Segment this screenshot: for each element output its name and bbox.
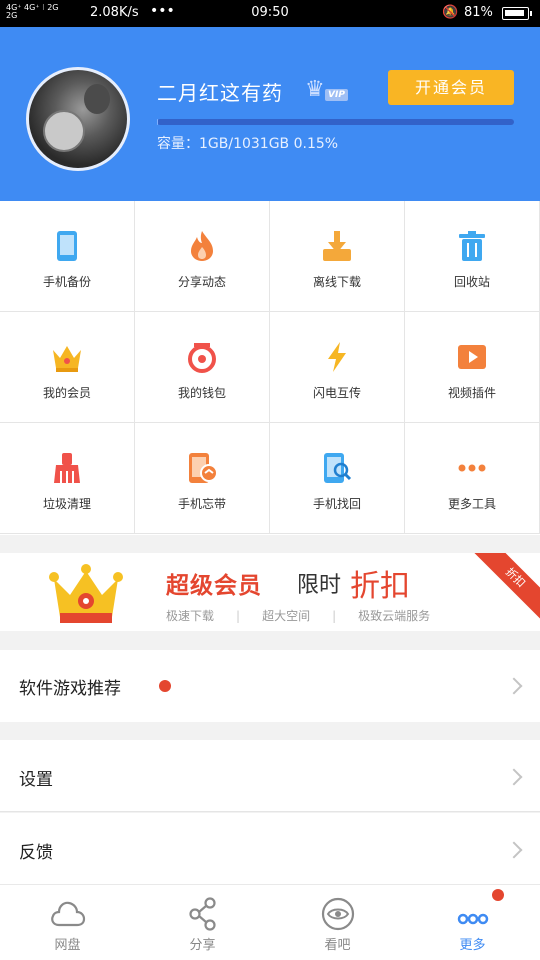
storage-progress-bar <box>157 119 514 125</box>
username: 二月红这有药 <box>157 81 283 105</box>
banner-limited: 限时 <box>297 573 342 598</box>
chevron-right-icon <box>505 768 523 786</box>
discount-ribbon: 折扣 <box>468 553 540 625</box>
new-dot-badge <box>159 680 171 692</box>
crown-icon: ♛ <box>305 77 325 102</box>
clock: 09:50 <box>251 5 289 20</box>
phone-cloud-icon <box>189 453 218 483</box>
eye-icon <box>321 897 354 931</box>
open-membership-button[interactable]: 开通会员 <box>388 70 514 105</box>
grid-item-phone-recovery[interactable]: 手机找回 <box>270 423 405 534</box>
grid-item-video-plugin[interactable]: 视频插件 <box>405 312 540 423</box>
banner-discount: 折扣 <box>350 569 410 604</box>
cloud-icon <box>50 901 85 927</box>
tab-watch[interactable]: 看吧 <box>270 885 405 960</box>
bottom-tab-bar: 网盘 分享 看吧 更多 <box>0 884 540 960</box>
flame-icon <box>191 231 213 261</box>
phone-backup-icon <box>57 231 77 261</box>
grid-item-phone-backup[interactable]: 手机备份 <box>0 201 135 312</box>
grid-item-junk-cleanup[interactable]: 垃圾清理 <box>0 423 135 534</box>
chevron-right-icon <box>505 841 523 859</box>
grid-item-phone-forgotten[interactable]: 手机忘带 <box>135 423 270 534</box>
tab-cloud-drive[interactable]: 网盘 <box>0 885 135 960</box>
broom-icon <box>54 453 80 483</box>
storage-capacity: 容量：1GB/1031GB 0.15% <box>157 136 339 152</box>
super-member-banner[interactable]: 超级会员 限时 折扣 极速下载 | 超大空间 | 极致云端服务 折扣 <box>0 553 540 631</box>
lightning-icon <box>328 342 346 372</box>
video-icon <box>458 345 486 369</box>
notification-dot <box>492 889 504 901</box>
crown-icon <box>53 346 81 372</box>
grid-item-lightning-transfer[interactable]: 闪电互传 <box>270 312 405 423</box>
grid-item-offline-download[interactable]: 离线下载 <box>270 201 405 312</box>
crown-icon <box>49 564 123 623</box>
battery-icon <box>502 7 532 20</box>
grid-item-more-tools[interactable]: 更多工具 <box>405 423 540 534</box>
menu-item-software-games[interactable]: 软件游戏推荐 <box>0 650 540 722</box>
tab-more[interactable]: 更多 <box>405 885 540 960</box>
menu-item-settings[interactable]: 设置 <box>0 740 540 812</box>
menu-item-feedback[interactable]: 反馈 <box>0 813 540 884</box>
banner-title: 超级会员 <box>166 573 262 599</box>
status-bar: 4G⁺ 4G⁺ ⁝ 2G 2G 2.08K/s ••• 09:50 🔕 81% <box>0 0 540 27</box>
wallet-icon <box>188 343 216 373</box>
chevron-right-icon <box>505 677 523 695</box>
grid-item-my-wallet[interactable]: 我的钱包 <box>135 312 270 423</box>
grid-item-share-feed[interactable]: 分享动态 <box>135 201 270 312</box>
tools-grid: 手机备份 分享动态 离线下载 回收站 我的会员 我的钱包 闪电互传 视频插件 垃… <box>0 201 540 535</box>
tab-share[interactable]: 分享 <box>135 885 270 960</box>
download-icon <box>323 231 351 261</box>
avatar[interactable] <box>26 67 130 171</box>
more-icon <box>457 913 488 925</box>
phone-search-icon <box>324 453 352 483</box>
more-dots-icon <box>458 464 486 472</box>
trash-icon <box>459 231 485 261</box>
grid-item-recycle-bin[interactable]: 回收站 <box>405 201 540 312</box>
profile-header: 二月红这有药 ♛ VIP 开通会员 容量：1GB/1031GB 0.15% <box>0 27 540 201</box>
grid-item-my-membership[interactable]: 我的会员 <box>0 312 135 423</box>
vip-badge: ♛ VIP <box>305 79 353 105</box>
battery-percent: 81% <box>464 5 493 20</box>
silent-bell-icon: 🔕 <box>442 5 459 20</box>
share-icon <box>188 897 216 931</box>
banner-features: 极速下载 | 超大空间 | 极致云端服务 <box>166 609 431 623</box>
storage-progress-fill <box>157 119 159 125</box>
